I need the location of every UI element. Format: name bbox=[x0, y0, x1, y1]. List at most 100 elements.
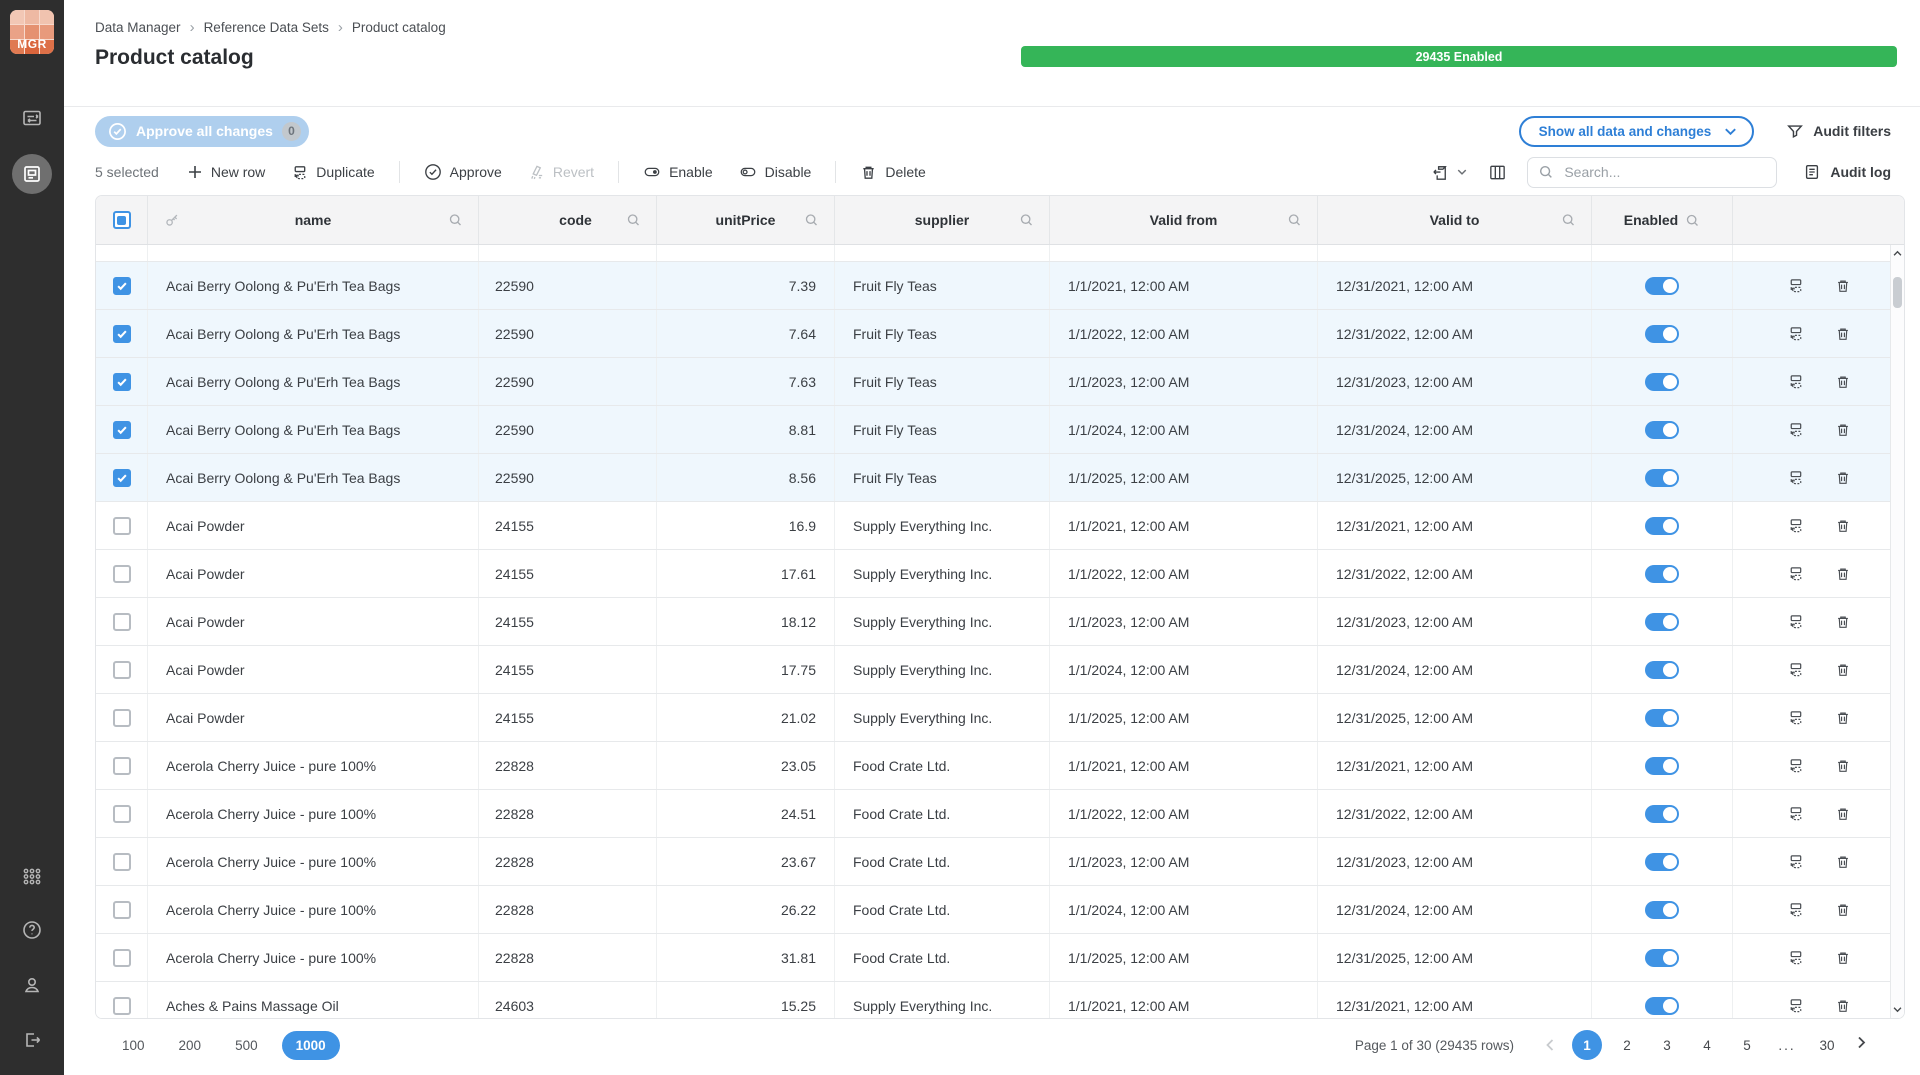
enabled-toggle[interactable] bbox=[1645, 853, 1679, 871]
page-size-option-1000[interactable]: 1000 bbox=[282, 1031, 340, 1060]
enabled-toggle[interactable] bbox=[1645, 949, 1679, 967]
prev-page-button[interactable] bbox=[1538, 1037, 1562, 1053]
page-number-4[interactable]: 4 bbox=[1692, 1030, 1722, 1060]
revert-button[interactable]: Revert bbox=[518, 158, 604, 187]
page-number-1[interactable]: 1 bbox=[1572, 1030, 1602, 1060]
scroll-down-icon[interactable] bbox=[1892, 1004, 1903, 1015]
table-row[interactable]: Acai Powder2415517.75Supply Everything I… bbox=[96, 646, 1904, 694]
row-checkbox[interactable] bbox=[113, 517, 131, 535]
page-number-2[interactable]: 2 bbox=[1612, 1030, 1642, 1060]
row-duplicate-button[interactable] bbox=[1787, 517, 1804, 534]
enabled-toggle[interactable] bbox=[1645, 469, 1679, 487]
row-checkbox[interactable] bbox=[113, 805, 131, 823]
new-row-button[interactable]: New row bbox=[177, 158, 275, 186]
column-search-icon[interactable] bbox=[1287, 213, 1302, 228]
row-checkbox[interactable] bbox=[113, 997, 131, 1015]
row-duplicate-button[interactable] bbox=[1787, 805, 1804, 822]
breadcrumb-item-product-catalog[interactable]: Product catalog bbox=[352, 20, 446, 35]
export-button[interactable] bbox=[1431, 163, 1468, 182]
scroll-up-icon[interactable] bbox=[1892, 248, 1903, 259]
approve-button[interactable]: Approve bbox=[414, 157, 512, 187]
row-duplicate-button[interactable] bbox=[1787, 709, 1804, 726]
column-search-icon[interactable] bbox=[1561, 213, 1576, 228]
table-row[interactable]: Acai Powder2415517.61Supply Everything I… bbox=[96, 550, 1904, 598]
row-duplicate-button[interactable] bbox=[1787, 949, 1804, 966]
page-number-5[interactable]: 5 bbox=[1732, 1030, 1762, 1060]
sidebar-item-logout[interactable] bbox=[15, 1023, 49, 1057]
table-row[interactable]: Acai Berry Oolong & Pu'Erh Tea Bags22590… bbox=[96, 358, 1904, 406]
enabled-toggle[interactable] bbox=[1645, 757, 1679, 775]
row-checkbox[interactable] bbox=[113, 709, 131, 727]
row-checkbox[interactable] bbox=[113, 565, 131, 583]
table-row[interactable]: Acai Powder2415516.9Supply Everything In… bbox=[96, 502, 1904, 550]
enabled-toggle[interactable] bbox=[1645, 997, 1679, 1015]
enabled-toggle[interactable] bbox=[1645, 565, 1679, 583]
duplicate-button[interactable]: Duplicate bbox=[281, 158, 384, 187]
row-checkbox[interactable] bbox=[113, 277, 131, 295]
row-duplicate-button[interactable] bbox=[1787, 373, 1804, 390]
header-code[interactable]: code bbox=[479, 196, 657, 244]
row-duplicate-button[interactable] bbox=[1787, 757, 1804, 774]
audit-log-button[interactable]: Audit log bbox=[1797, 162, 1897, 182]
table-row[interactable]: Acai Berry Oolong & Pu'Erh Tea Bags22590… bbox=[96, 406, 1904, 454]
columns-button[interactable] bbox=[1488, 163, 1507, 182]
header-name[interactable]: name bbox=[148, 196, 479, 244]
row-delete-button[interactable] bbox=[1835, 374, 1851, 390]
page-number-3[interactable]: 3 bbox=[1652, 1030, 1682, 1060]
enabled-toggle[interactable] bbox=[1645, 517, 1679, 535]
disable-button[interactable]: Disable bbox=[729, 157, 822, 187]
table-row[interactable]: Aches & Pains Massage Oil2460315.25Suppl… bbox=[96, 982, 1904, 1018]
table-row[interactable]: Acerola Cherry Juice - pure 100%2282823.… bbox=[96, 742, 1904, 790]
row-delete-button[interactable] bbox=[1835, 710, 1851, 726]
table-row[interactable]: Acai Powder2415518.12Supply Everything I… bbox=[96, 598, 1904, 646]
row-delete-button[interactable] bbox=[1835, 758, 1851, 774]
enabled-toggle[interactable] bbox=[1645, 661, 1679, 679]
row-duplicate-button[interactable] bbox=[1787, 853, 1804, 870]
row-checkbox[interactable] bbox=[113, 949, 131, 967]
row-delete-button[interactable] bbox=[1835, 662, 1851, 678]
row-delete-button[interactable] bbox=[1835, 902, 1851, 918]
row-duplicate-button[interactable] bbox=[1787, 469, 1804, 486]
row-checkbox[interactable] bbox=[113, 421, 131, 439]
table-row[interactable]: Acai Berry Oolong & Pu'Erh Tea Bags22590… bbox=[96, 454, 1904, 502]
next-page-button[interactable] bbox=[1852, 1037, 1876, 1053]
row-delete-button[interactable] bbox=[1835, 326, 1851, 342]
header-unit-price[interactable]: unitPrice bbox=[657, 196, 835, 244]
row-delete-button[interactable] bbox=[1835, 806, 1851, 822]
row-checkbox[interactable] bbox=[113, 661, 131, 679]
column-search-icon[interactable] bbox=[804, 213, 819, 228]
enabled-toggle[interactable] bbox=[1645, 373, 1679, 391]
scrollbar-thumb[interactable] bbox=[1893, 277, 1902, 308]
row-duplicate-button[interactable] bbox=[1787, 901, 1804, 918]
table-row[interactable]: Acerola Cherry Juice - pure 100%2282831.… bbox=[96, 934, 1904, 982]
audit-filters-button[interactable]: Audit filters bbox=[1780, 121, 1897, 141]
page-size-option-500[interactable]: 500 bbox=[225, 1031, 268, 1060]
sidebar-item-apps[interactable] bbox=[15, 858, 49, 892]
row-duplicate-button[interactable] bbox=[1787, 325, 1804, 342]
sidebar-item-help[interactable] bbox=[15, 913, 49, 947]
row-duplicate-button[interactable] bbox=[1787, 613, 1804, 630]
app-logo[interactable]: MGR bbox=[10, 10, 54, 54]
row-checkbox[interactable] bbox=[113, 853, 131, 871]
enabled-toggle[interactable] bbox=[1645, 325, 1679, 343]
search-input[interactable] bbox=[1562, 163, 1742, 181]
row-duplicate-button[interactable] bbox=[1787, 421, 1804, 438]
table-row[interactable]: Acerola Cherry Juice - pure 100%2282823.… bbox=[96, 838, 1904, 886]
enabled-toggle[interactable] bbox=[1645, 901, 1679, 919]
delete-button[interactable]: Delete bbox=[850, 158, 935, 187]
page-number-30[interactable]: 30 bbox=[1812, 1030, 1842, 1060]
column-search-icon[interactable] bbox=[448, 213, 463, 228]
row-delete-button[interactable] bbox=[1835, 998, 1851, 1014]
sidebar-item-user[interactable] bbox=[15, 968, 49, 1002]
show-all-data-dropdown[interactable]: Show all data and changes bbox=[1519, 116, 1755, 147]
header-enabled[interactable]: Enabled bbox=[1592, 196, 1733, 244]
enabled-toggle[interactable] bbox=[1645, 709, 1679, 727]
breadcrumb-item-data-manager[interactable]: Data Manager bbox=[95, 20, 181, 35]
row-checkbox[interactable] bbox=[113, 325, 131, 343]
row-duplicate-button[interactable] bbox=[1787, 661, 1804, 678]
row-checkbox[interactable] bbox=[113, 901, 131, 919]
row-delete-button[interactable] bbox=[1835, 518, 1851, 534]
row-delete-button[interactable] bbox=[1835, 470, 1851, 486]
breadcrumb-item-reference-data-sets[interactable]: Reference Data Sets bbox=[204, 20, 329, 35]
row-delete-button[interactable] bbox=[1835, 422, 1851, 438]
